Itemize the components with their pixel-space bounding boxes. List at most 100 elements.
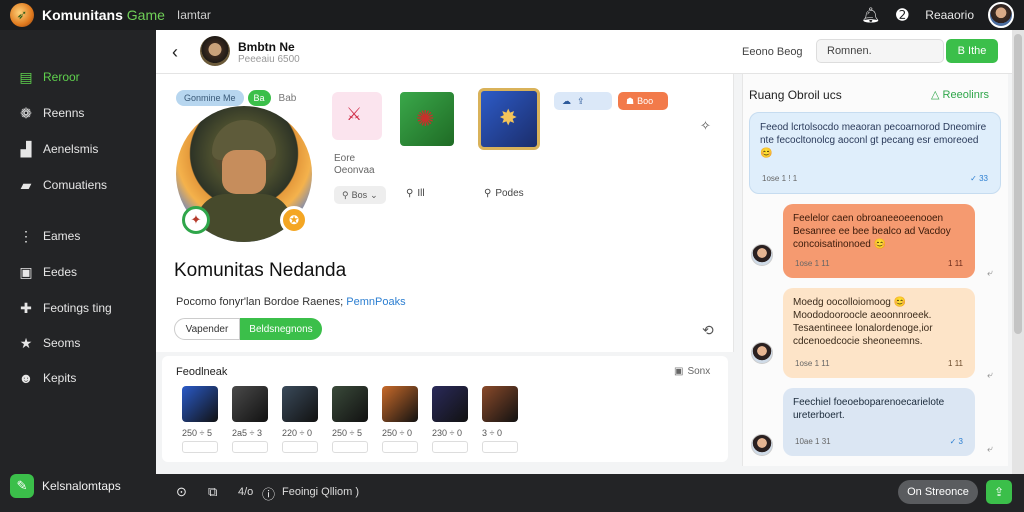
favorite-value: 250 ÷ 5 xyxy=(182,428,212,438)
description-link[interactable]: PemnPoaks xyxy=(346,296,405,308)
chat-icon[interactable]: ➋ xyxy=(893,6,911,24)
favorite-item[interactable]: 250 ÷ 5 xyxy=(326,386,376,453)
header-avatar[interactable] xyxy=(200,36,230,66)
favorite-thumbnail xyxy=(382,386,418,422)
segment-option-b[interactable]: Beldsnegnons xyxy=(240,318,322,340)
search-input[interactable] xyxy=(816,39,944,63)
favorite-thumbnail xyxy=(232,386,268,422)
sidebar-item-feotings[interactable]: ✚ Feotings ting xyxy=(0,293,156,323)
game-tile[interactable]: ✺ xyxy=(398,90,456,148)
profile-chip[interactable]: Gonmine Me xyxy=(176,90,244,106)
people-icon: ❁ xyxy=(20,104,32,121)
sidebar-item-reroor[interactable]: ▤ Reroor xyxy=(0,62,156,92)
favorite-item[interactable]: 250 ÷ 0 xyxy=(376,386,426,453)
upload-icon[interactable]: ⇪ xyxy=(986,480,1012,504)
sort-label[interactable]: Eeono Beog xyxy=(742,46,803,58)
community-title: Komunitas Nedanda xyxy=(174,260,347,281)
reply-icon[interactable]: ⤶ xyxy=(987,268,993,279)
chat-message[interactable]: Feechiel foeoeboparenoecarielote ureterb… xyxy=(783,388,975,456)
favorite-value: 220 ÷ 0 xyxy=(282,428,312,438)
app-title: Komunitans Game xyxy=(42,7,165,23)
header-subtitle: Peeeaiu 6500 xyxy=(238,54,300,65)
orange-pill[interactable]: ☗ Boo xyxy=(618,92,668,110)
tile-meta-pill[interactable]: ⚲ Bos ⌄ xyxy=(334,186,386,204)
sidebar-item-reenns[interactable]: ❁ Reenns xyxy=(0,98,156,128)
puzzle-icon: ✚ xyxy=(20,299,32,316)
sidebar-item-kepits[interactable]: ☻ Kepits xyxy=(0,363,156,393)
favorite-item[interactable]: 3 ÷ 0 xyxy=(476,386,526,453)
stream-button[interactable]: On Streonce xyxy=(898,480,978,504)
sparkle-icon[interactable]: ✧ xyxy=(700,118,711,134)
scrollbar[interactable] xyxy=(1012,30,1024,474)
chat-action-link[interactable]: △ Reeolinrs xyxy=(931,88,989,101)
message-read-status: ✓ 33 xyxy=(970,174,988,183)
app-logo-icon: ➶ xyxy=(10,3,34,27)
app-title-accent: Game xyxy=(126,7,165,23)
info-icon[interactable]: ⓘ xyxy=(262,484,275,503)
back-arrow-icon[interactable]: ‹ xyxy=(172,42,178,63)
user-name[interactable]: Reaaorio xyxy=(925,8,974,22)
profile-chip-extra: Bab xyxy=(278,92,297,104)
sidebar-item-label: Aenelsmis xyxy=(43,142,99,156)
favorite-tag[interactable] xyxy=(282,441,318,453)
sidebar-item-comuatiens[interactable]: ▰ Comuatiens xyxy=(0,170,156,200)
tile-meta-label: Ill xyxy=(417,188,425,199)
profile-panel: Gonmine Me Ba Bab ✦ ✪ ⚔ Eore Oeonvaa ⚲ Bo… xyxy=(156,74,734,352)
favorite-tag[interactable] xyxy=(432,441,468,453)
play-icon[interactable]: ⊙ xyxy=(176,484,187,500)
favorite-tag[interactable] xyxy=(332,441,368,453)
favorite-item[interactable]: 220 ÷ 0 xyxy=(276,386,326,453)
top-bar: ➶ Komunitans Game Iamtar 🔔︎ ➋ Reaaorio xyxy=(0,0,1024,30)
bottom-bar: ⊙ ⧉ 4/o ⓘ Feoingi Qlliom ) On Streonce ⇪ xyxy=(156,474,1024,512)
favorite-tag[interactable] xyxy=(382,441,418,453)
content-header: ‹ Bmbtn Ne Peeeaiu 6500 Eeono Beog B Ith… xyxy=(156,30,1012,74)
chat-message[interactable]: Feeod lcrtolsocdo meaoran pecoarnorod Dn… xyxy=(749,112,1001,194)
sidebar: ▤ Reroor ❁ Reenns ▟ Aenelsmis ▰ Comuatie… xyxy=(0,30,156,512)
favorite-tag[interactable] xyxy=(232,441,268,453)
sidebar-item-label: Seoms xyxy=(43,336,81,350)
header-action-button[interactable]: B Ithe xyxy=(946,39,998,63)
message-time: 1ose 1 11 xyxy=(795,359,830,368)
sidebar-item-aenelsmis[interactable]: ▟ Aenelsmis xyxy=(0,134,156,164)
page-count: 4/o xyxy=(238,486,254,498)
favorite-value: 2a5 ÷ 3 xyxy=(232,428,262,438)
favorite-tag[interactable] xyxy=(182,441,218,453)
scrollbar-thumb[interactable] xyxy=(1014,34,1022,334)
favorite-value: 250 ÷ 5 xyxy=(332,428,362,438)
chevron-down-icon: ⌄ xyxy=(370,189,378,200)
cloud-pill[interactable]: ☁ ⇪ xyxy=(554,92,612,110)
copy-icon[interactable]: ⧉ xyxy=(208,484,217,500)
chat-avatar[interactable] xyxy=(751,244,773,266)
sidebar-item-seoms[interactable]: ★ Seoms xyxy=(0,328,156,358)
sidebar-item-eedes[interactable]: ▣ Eedes xyxy=(0,257,156,287)
sidebar-item-label: Comuatiens xyxy=(43,178,108,192)
game-tile[interactable]: ⚔ xyxy=(332,92,382,140)
reply-icon[interactable]: ⤶ xyxy=(987,370,993,381)
chat-action-label: Reeolinrs xyxy=(942,89,989,101)
user-avatar[interactable] xyxy=(988,2,1014,28)
chart-icon: ▤ xyxy=(19,68,33,85)
chat-message[interactable]: Moedg oocolloiomoog 😊 Moododooroocle aeo… xyxy=(783,288,975,378)
favorite-item[interactable]: 230 ÷ 0 xyxy=(426,386,476,453)
favorite-item[interactable]: 250 ÷ 5 xyxy=(176,386,226,453)
favorites-strip: Feodlneak ▣ Sonx 250 ÷ 5 2a5 ÷ 3 220 ÷ 0 250… xyxy=(162,356,728,462)
header-name: Bmbtn Ne xyxy=(238,40,295,54)
weapon-icon: ⚔ xyxy=(346,104,363,124)
game-tile[interactable]: ✸ xyxy=(478,88,540,150)
sidebar-item-eames[interactable]: ⋮ Eames xyxy=(0,221,156,251)
segment-option-a[interactable]: Vapender xyxy=(174,318,240,340)
message-time: 10ae 1 31 xyxy=(795,437,831,446)
chat-message[interactable]: Feelelor caen obroaneeoeenooen Besanree … xyxy=(783,204,975,278)
favorite-tag[interactable] xyxy=(482,441,518,453)
tile-meta-label: Bos xyxy=(351,190,368,200)
favorites-status[interactable]: ▣ Sonx xyxy=(674,366,710,377)
chat-avatar[interactable] xyxy=(751,434,773,456)
favorite-item[interactable]: 2a5 ÷ 3 xyxy=(226,386,276,453)
cloud-icon: ☁ xyxy=(562,95,571,106)
chat-avatar[interactable] xyxy=(751,342,773,364)
reply-icon[interactable]: ⤶ xyxy=(987,444,993,455)
refresh-icon[interactable]: ⟲ xyxy=(702,322,714,339)
notification-bell-icon[interactable]: 🔔︎ xyxy=(861,6,880,24)
sidebar-bottom-item[interactable]: ✎ Kelsnalomtaps xyxy=(10,474,121,498)
avatar-icon: ☻ xyxy=(18,370,34,386)
